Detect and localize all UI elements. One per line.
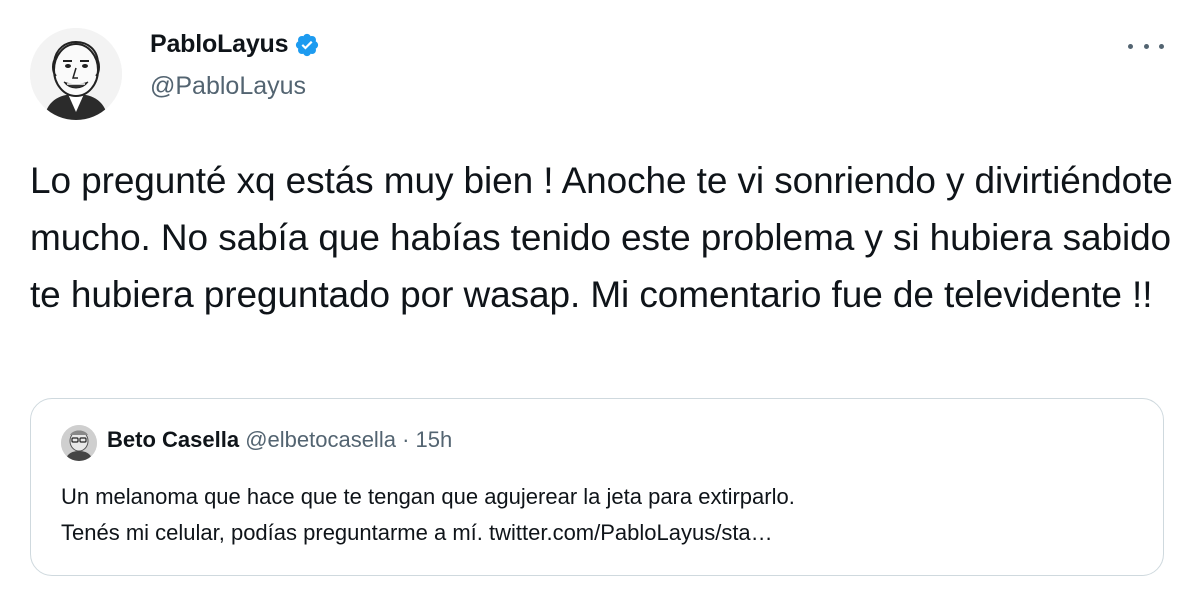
- quote-timestamp[interactable]: 15h: [416, 427, 453, 452]
- author-name[interactable]: PabloLayus: [150, 30, 320, 59]
- caricature-avatar-image: [30, 28, 122, 120]
- author-handle[interactable]: @PabloLayus: [150, 72, 306, 101]
- more-dot: [1128, 43, 1133, 49]
- author-name-text[interactable]: PabloLayus: [150, 30, 289, 59]
- quote-author-name[interactable]: Beto Casella: [107, 427, 239, 452]
- quoted-tweet[interactable]: Beto Casella @elbetocasella · 15h Un mel…: [30, 398, 1164, 576]
- quote-separator-dot: ·: [402, 427, 410, 452]
- quote-avatar-image: [61, 425, 97, 461]
- tweet-text: Lo pregunté xq estás muy bien ! Anoche t…: [30, 160, 1173, 315]
- more-dot: [1159, 43, 1164, 49]
- quote-author-handle[interactable]: @elbetocasella: [245, 427, 396, 452]
- quote-header: Beto Casella @elbetocasella · 15h: [107, 427, 452, 453]
- quote-text-line: Un melanoma que hace que te tengan que a…: [61, 484, 795, 509]
- more-options-icon[interactable]: [1128, 36, 1164, 56]
- more-dot: [1143, 43, 1149, 49]
- verified-badge-icon: [294, 32, 320, 58]
- tweet-card: PabloLayus @PabloLayus Lo pregunté xq es…: [0, 0, 1200, 590]
- quote-text: Un melanoma que hace que te tengan que a…: [61, 479, 1141, 551]
- quote-text-line: Tenés mi celular, podías preguntarme a m…: [61, 520, 773, 545]
- author-avatar[interactable]: [30, 28, 122, 120]
- quote-author-avatar[interactable]: [61, 425, 97, 461]
